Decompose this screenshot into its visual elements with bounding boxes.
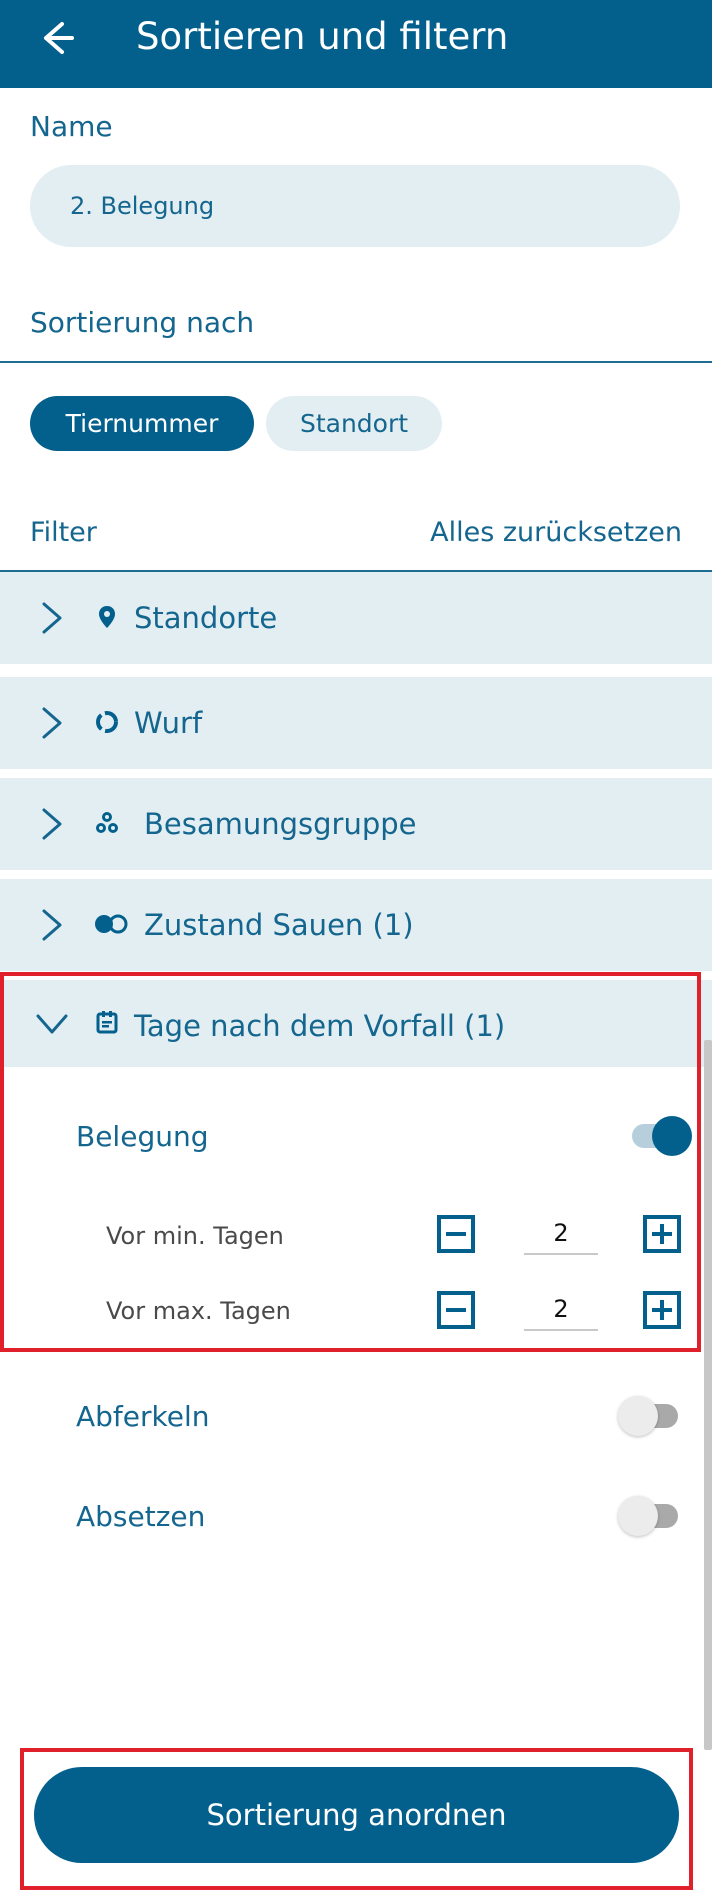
absetzen-toggle[interactable] [618, 1496, 678, 1536]
page-title: Sortieren und filtern [136, 15, 509, 58]
reset-all-link[interactable]: Alles zurücksetzen [430, 517, 682, 548]
back-arrow-icon[interactable] [32, 14, 80, 62]
filter-section-zustand-sauen[interactable]: Zustand Sauen (1) [0, 879, 712, 971]
chevron-right-icon [42, 909, 62, 941]
highlight-box [20, 1748, 693, 1890]
highlight-box [0, 972, 701, 1352]
arrow-left-icon [44, 22, 74, 54]
abferkeln-toggle[interactable] [618, 1396, 678, 1436]
abferkeln-label: Abferkeln [76, 1400, 210, 1433]
filter-section-besamungsgruppe[interactable]: Besamungsgruppe [0, 778, 712, 870]
toggle-icon [95, 914, 128, 934]
filter-section-wurf[interactable]: Wurf [0, 677, 712, 769]
divider [0, 361, 712, 363]
chevron-right-icon [42, 602, 62, 634]
filter-section-label: Zustand Sauen (1) [144, 908, 414, 942]
scrollbar[interactable] [704, 1040, 712, 1750]
sort-chip-standort[interactable]: Standort [266, 396, 442, 451]
filter-section-label: Standorte [134, 601, 278, 635]
pig-group-icon [96, 812, 118, 833]
sort-label: Sortierung nach [30, 306, 255, 339]
chevron-right-icon [42, 808, 62, 840]
sort-chip-tiernummer[interactable]: Tiernummer [30, 396, 254, 451]
location-pin-icon [99, 606, 115, 628]
toggle-knob [618, 1496, 658, 1536]
circle-dashed-icon [96, 711, 118, 733]
chevron-right-icon [42, 707, 62, 739]
name-input[interactable] [30, 165, 680, 247]
filter-section-standorte[interactable]: Standorte [0, 572, 712, 664]
filter-section-label: Wurf [134, 706, 203, 740]
absetzen-label: Absetzen [76, 1500, 206, 1533]
app-bar: Sortieren und filtern [0, 0, 712, 88]
filter-section-label: Besamungsgruppe [144, 807, 417, 841]
toggle-knob [618, 1396, 658, 1436]
filter-label: Filter [30, 517, 97, 548]
name-label: Name [30, 110, 113, 143]
